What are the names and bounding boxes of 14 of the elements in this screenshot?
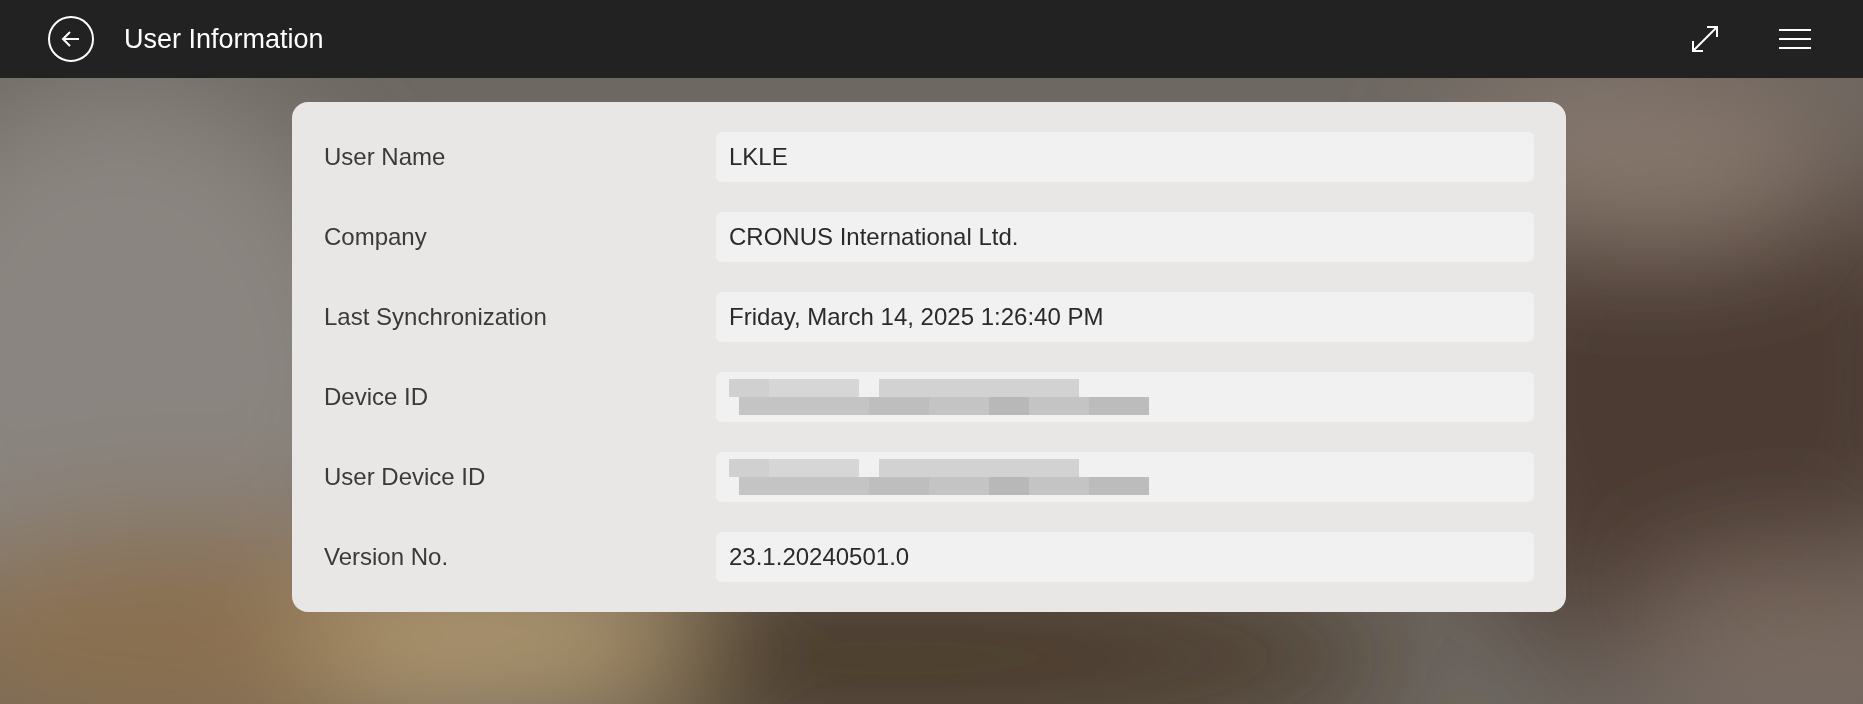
field-label: User Device ID	[324, 462, 487, 492]
field-label: Company	[324, 222, 428, 252]
field-value: 23.1.20240501.0	[716, 532, 1534, 582]
field-value: CRONUS International Ltd.	[716, 212, 1534, 262]
field-label: Version No.	[324, 542, 450, 572]
expand-icon	[1689, 23, 1721, 55]
field-value: LKLE	[716, 132, 1534, 182]
field-label: User Name	[324, 142, 447, 172]
window-title: User Information	[124, 22, 324, 56]
field-label: Last Synchronization	[324, 302, 548, 332]
field-value: Friday, March 14, 2025 1:26:40 PM	[716, 292, 1534, 342]
menu-icon	[1779, 28, 1811, 50]
back-button[interactable]	[48, 16, 94, 62]
field-label: Device ID	[324, 382, 430, 412]
